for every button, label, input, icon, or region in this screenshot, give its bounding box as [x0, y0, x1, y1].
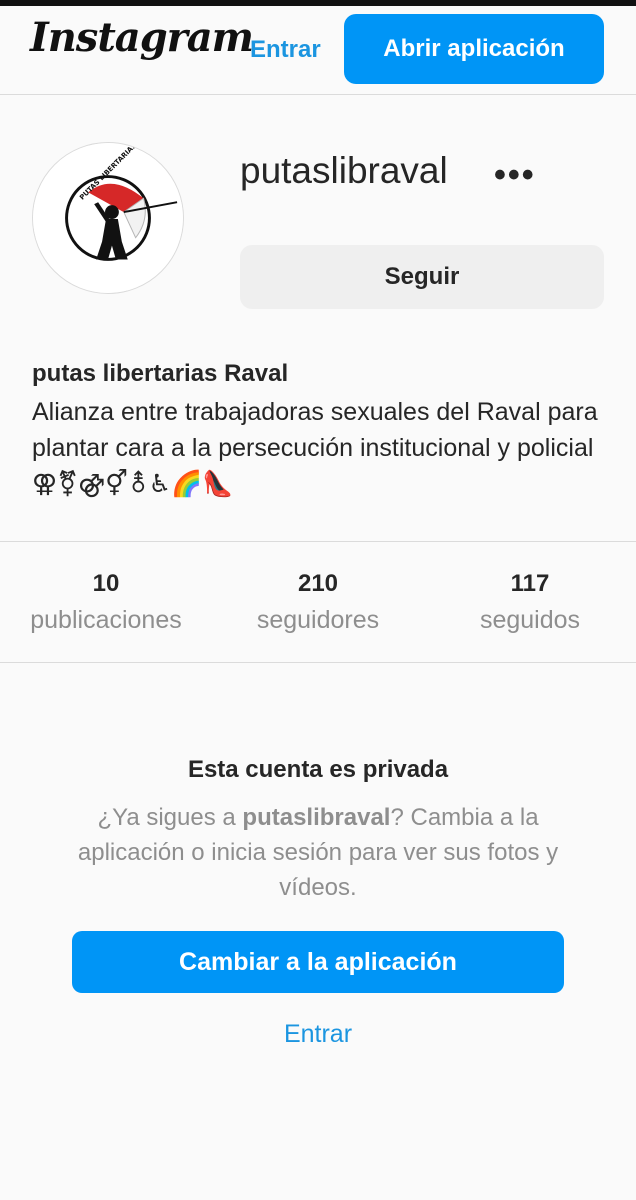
stat-followers-value: 210: [297, 570, 339, 597]
top-header: Instagram Entrar Abrir aplicación: [0, 6, 636, 95]
private-text-pre: ¿Ya sigues a: [97, 804, 243, 831]
header-login-link[interactable]: Entrar: [250, 36, 321, 64]
private-account-message: ¿Ya sigues a putaslibraval? Cambia a la …: [58, 800, 578, 905]
stat-posts-label: publicaciones: [30, 606, 182, 634]
stat-following-label: seguidos: [479, 606, 581, 634]
stat-posts-value: 10: [92, 570, 120, 597]
stat-followers-label: seguidores: [256, 606, 380, 634]
stat-following[interactable]: 117 seguidos: [424, 568, 636, 640]
stat-following-value: 117: [510, 570, 550, 597]
stats-bottom-divider: [0, 662, 636, 663]
profile-username: putaslibraval: [240, 150, 448, 191]
footer-login-link[interactable]: Entrar: [0, 1020, 636, 1049]
profile-full-name: putas libertarias Raval: [32, 360, 289, 387]
private-text-username: putaslibraval: [242, 804, 391, 831]
stat-followers[interactable]: 210 seguidores: [212, 568, 424, 640]
stat-posts: 10 publicaciones: [0, 568, 212, 640]
stats-top-divider: [0, 541, 636, 542]
open-app-button[interactable]: Abrir aplicación: [344, 14, 604, 84]
follow-button[interactable]: Seguir: [240, 245, 604, 309]
private-account-title: Esta cuenta es privada: [187, 756, 449, 783]
switch-to-app-button[interactable]: Cambiar a la aplicación: [72, 931, 564, 993]
profile-avatar[interactable]: PUTAS LIBERTARIAS RAVAL: [32, 142, 184, 294]
avatar-logo: PUTAS LIBERTARIAS RAVAL: [33, 143, 183, 293]
instagram-logo[interactable]: Instagram: [30, 14, 254, 61]
profile-bio: Alianza entre trabajadoras sexuales del …: [32, 398, 598, 498]
more-icon[interactable]: •••: [494, 156, 536, 195]
